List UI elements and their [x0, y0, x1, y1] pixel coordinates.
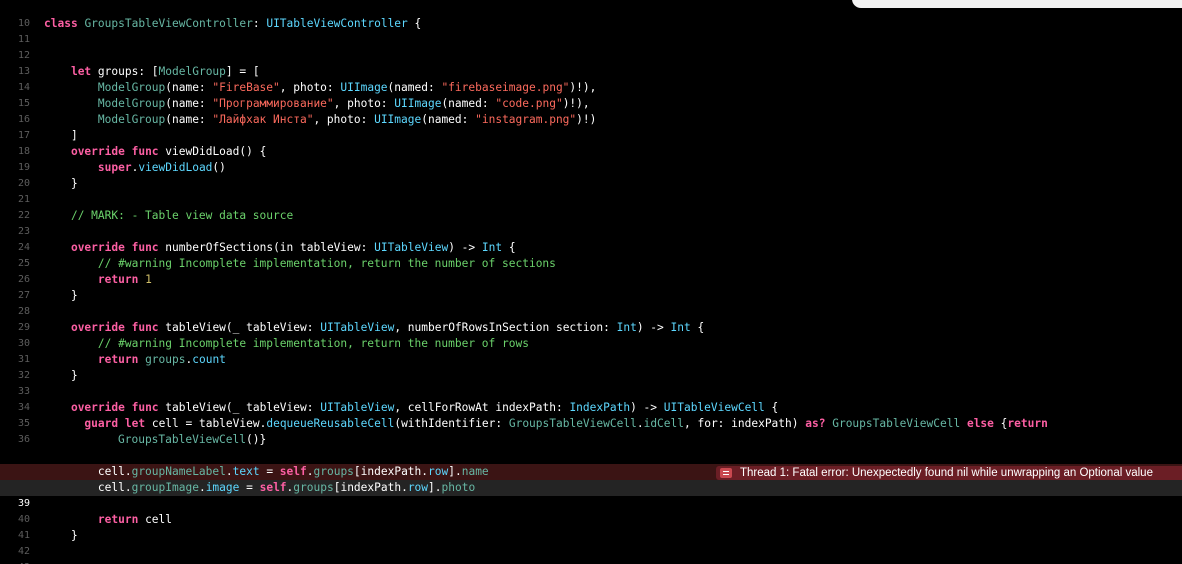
- code-text: override func viewDidLoad() {: [70, 145, 267, 158]
- code-line-39-current[interactable]: 39 cell.groupImage.image = self.groups[i…: [0, 480, 1182, 509]
- code-line-19[interactable]: 19 override func viewDidLoad() {: [0, 144, 1182, 173]
- code-line-18[interactable]: 18 ]: [0, 128, 1182, 157]
- code-line-20[interactable]: 20 super.viewDidLoad(): [0, 160, 1182, 189]
- code-text: cell.groupImage.image = self.groups[inde…: [97, 481, 476, 494]
- error-annotation[interactable]: Thread 1: Fatal error: Unexpectedly foun…: [716, 466, 1182, 480]
- code-line-14[interactable]: 14 let groups: [ModelGroup] = [: [0, 64, 1182, 93]
- code-line-36-wrap[interactable]: GroupsTableViewCell()}: [0, 432, 1182, 448]
- code-line-34[interactable]: 34: [0, 384, 1182, 413]
- code-line-40[interactable]: 40: [0, 496, 1182, 525]
- code-line-42[interactable]: 42 }: [0, 528, 1182, 557]
- code-text: ModelGroup(name: "FireBase", photo: UIIm…: [97, 81, 597, 94]
- code-line-33[interactable]: 33 }: [0, 368, 1182, 397]
- code-text: cell.groupNameLabel.text = self.groups[i…: [97, 465, 489, 478]
- code-text: ModelGroup(name: "Лайфхак Инста", photo:…: [97, 113, 597, 126]
- code-line-24[interactable]: 24: [0, 224, 1182, 253]
- code-line-29[interactable]: 29: [0, 304, 1182, 333]
- code-line-25[interactable]: 25 override func numberOfSections(in tab…: [0, 240, 1182, 269]
- code-editor[interactable]: 10 11 class GroupsTableViewController: U…: [0, 0, 1182, 564]
- code-line-30[interactable]: 30 override func tableView(_ tableView: …: [0, 320, 1182, 349]
- code-text: // #warning Incomplete implementation, r…: [97, 257, 556, 270]
- code-text: override func numberOfSections(in tableV…: [70, 241, 516, 254]
- code-text: return 1: [97, 273, 152, 286]
- code-line-28[interactable]: 28 }: [0, 288, 1182, 317]
- code-text: return cell: [97, 513, 173, 526]
- code-text: // MARK: - Table view data source: [70, 209, 294, 222]
- code-line-21[interactable]: 21 }: [0, 176, 1182, 205]
- code-text: }: [70, 177, 78, 190]
- code-line-22[interactable]: 22: [0, 192, 1182, 221]
- code-line-12[interactable]: 12: [0, 32, 1182, 61]
- code-line-32[interactable]: 32 return groups.count: [0, 352, 1182, 381]
- code-text: guard let cell = tableView.dequeueReusab…: [84, 417, 1048, 430]
- code-line-11[interactable]: 11 class GroupsTableViewController: UITa…: [0, 16, 1182, 45]
- code-line-37[interactable]: 37: [0, 448, 1182, 477]
- code-line-16[interactable]: 16 ModelGroup(name: "Программирование", …: [0, 96, 1182, 125]
- code-line-38-error[interactable]: 38 cell.groupNameLabel.text = self.group…: [0, 464, 1182, 493]
- code-text: class GroupsTableViewController: UITable…: [44, 17, 422, 30]
- code-line-31[interactable]: 31 // #warning Incomplete implementation…: [0, 336, 1182, 365]
- code-text: }: [70, 529, 78, 542]
- code-line-36[interactable]: 36 guard let cell = tableView.dequeueReu…: [0, 416, 1182, 445]
- code-line-17[interactable]: 17 ModelGroup(name: "Лайфхак Инста", pho…: [0, 112, 1182, 141]
- code-line-26[interactable]: 26 // #warning Incomplete implementation…: [0, 256, 1182, 285]
- code-line-13[interactable]: 13: [0, 48, 1182, 77]
- error-message: Thread 1: Fatal error: Unexpectedly foun…: [740, 467, 1153, 479]
- code-text: override func tableView(_ tableView: UIT…: [70, 401, 779, 414]
- code-text: override func tableView(_ tableView: UIT…: [70, 321, 705, 334]
- code-line-27[interactable]: 27 return 1: [0, 272, 1182, 301]
- code-text: }: [70, 369, 78, 382]
- code-text: ]: [70, 129, 78, 142]
- code-text: // #warning Incomplete implementation, r…: [97, 337, 529, 350]
- code-text: }: [70, 289, 78, 302]
- code-text: return groups.count: [97, 353, 226, 366]
- code-text: let groups: [ModelGroup] = [: [70, 65, 260, 78]
- code-text: super.viewDidLoad(): [97, 161, 226, 174]
- line-number: 43: [0, 560, 30, 564]
- code-line-23[interactable]: 23 // MARK: - Table view data source: [0, 208, 1182, 237]
- code-line-41[interactable]: 41 return cell: [0, 512, 1182, 541]
- error-lines-icon: [720, 468, 732, 478]
- code-line-10[interactable]: 10: [0, 0, 1182, 29]
- code-text: ModelGroup(name: "Программирование", pho…: [97, 97, 590, 110]
- code-line-43[interactable]: 43: [0, 544, 1182, 564]
- code-line-15[interactable]: 15 ModelGroup(name: "FireBase", photo: U…: [0, 80, 1182, 109]
- code-line-35[interactable]: 35 override func tableView(_ tableView: …: [0, 400, 1182, 429]
- code-text: GroupsTableViewCell()}: [118, 433, 267, 446]
